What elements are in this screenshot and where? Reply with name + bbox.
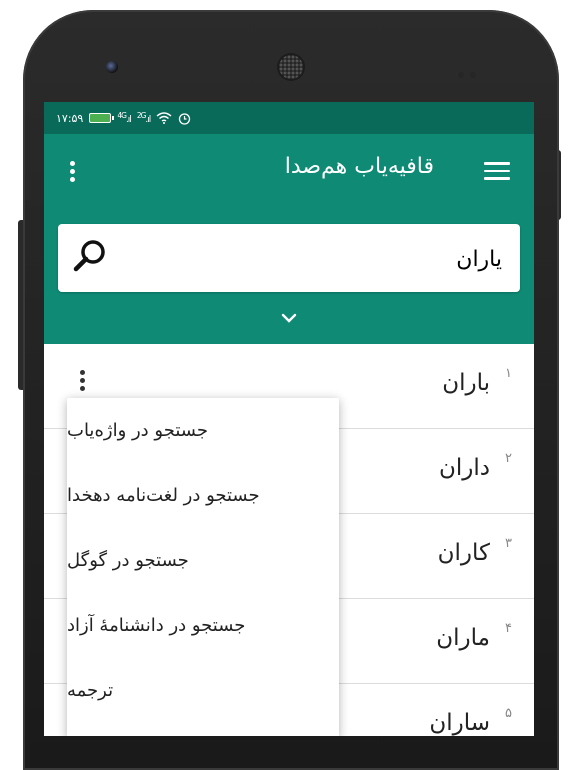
- earpiece-speaker: [279, 55, 303, 79]
- menu-icon[interactable]: [484, 162, 510, 180]
- wifi-icon: [156, 112, 172, 124]
- result-index: ۴: [505, 621, 512, 636]
- result-index: ۱: [505, 366, 512, 381]
- menu-item-search-google[interactable]: جستجو در گوگل: [67, 528, 339, 593]
- menu-item-translate[interactable]: ترجمه: [67, 658, 339, 723]
- app-screen: ۱۷:۵۹ 4G.ıl 2G.ıl قافیه‌یاب هم‌صدا باران…: [44, 102, 534, 736]
- alarm-icon: [179, 112, 191, 125]
- overflow-menu-icon[interactable]: [70, 161, 76, 183]
- front-camera: [106, 61, 118, 73]
- signal-2-icon: 2G.ıl: [136, 111, 152, 125]
- proximity-sensor: [458, 63, 484, 78]
- result-word: کاران: [437, 540, 490, 566]
- battery-icon: [89, 113, 115, 123]
- result-word: ماران: [436, 625, 490, 651]
- app-bar: قافیه‌یاب هم‌صدا: [44, 134, 534, 208]
- search-panel: [44, 208, 534, 344]
- search-input[interactable]: [140, 242, 504, 276]
- result-word: داران: [438, 455, 490, 481]
- result-index: ۳: [505, 536, 512, 551]
- context-menu: جستجو در واژه‌یاب جستجو در لغت‌نامه دهخد…: [67, 398, 339, 736]
- result-word: ساران: [429, 710, 490, 736]
- result-index: ۲: [505, 451, 512, 466]
- menu-item-search-dehkhoda[interactable]: جستجو در لغت‌نامه دهخدا: [67, 463, 339, 528]
- search-box: [58, 224, 520, 292]
- app-title: قافیه‌یاب هم‌صدا: [284, 154, 434, 179]
- search-icon[interactable]: [72, 238, 108, 274]
- status-time: ۱۷:۵۹: [56, 111, 84, 125]
- result-word: باران: [442, 370, 490, 396]
- signal-icon: 4G.ıl: [117, 111, 132, 125]
- result-index: ۵: [505, 706, 512, 721]
- status-bar: ۱۷:۵۹ 4G.ıl 2G.ıl: [44, 102, 534, 134]
- menu-item-search-wikipedia[interactable]: جستجو در دانشنامهٔ آزاد: [67, 593, 339, 658]
- row-overflow-icon[interactable]: [80, 370, 86, 392]
- chevron-down-icon[interactable]: [279, 308, 299, 328]
- menu-item-search-vajehyab[interactable]: جستجو در واژه‌یاب: [67, 398, 339, 463]
